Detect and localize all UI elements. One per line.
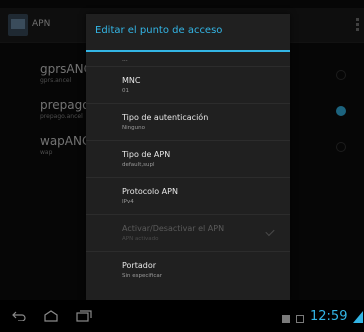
pref-auth-type[interactable]: Tipo de autenticación Ninguno: [86, 104, 290, 141]
screen: APN gprsANCEL gprs.ancel prepagoANCEL pr…: [0, 0, 364, 332]
pref-summary: default,supl: [122, 162, 155, 168]
pref-apn-protocol[interactable]: Protocolo APN IPv4: [86, 178, 290, 215]
pref-mnc[interactable]: MNC 01: [86, 67, 290, 104]
pref-title: Protocolo APN: [122, 187, 178, 196]
dialog-title: Editar el punto de acceso: [95, 25, 223, 36]
preference-list[interactable]: ... MNC 01 Tipo de autenticación Ninguno…: [86, 52, 290, 289]
pref-apn-type[interactable]: Tipo de APN default,supl: [86, 141, 290, 178]
partial-pref-value: ...: [122, 56, 128, 63]
signal-icon: [353, 311, 363, 323]
navigation-bar: 12:59: [0, 300, 364, 332]
pref-apn-enable: Activar/Desactivar el APN APN activado: [86, 215, 290, 252]
back-icon[interactable]: [12, 311, 26, 321]
pref-summary: APN activado: [122, 236, 159, 242]
checkbox-check-icon: [265, 226, 275, 237]
home-icon[interactable]: [44, 310, 58, 322]
pref-summary: 01: [122, 88, 129, 94]
screenshot-icon[interactable]: [296, 315, 304, 323]
pref-title: Activar/Desactivar el APN: [122, 224, 225, 233]
notification-icon[interactable]: [282, 315, 290, 323]
pref-title: MNC: [122, 76, 141, 85]
edit-apn-dialog: Editar el punto de acceso ... MNC 01 Tip…: [86, 14, 290, 300]
pref-summary: IPv4: [122, 199, 134, 205]
pref-summary: Ninguno: [122, 125, 145, 131]
clock[interactable]: 12:59: [310, 309, 347, 324]
pref-summary: Sin especificar: [122, 273, 163, 279]
partial-pref[interactable]: ...: [86, 52, 290, 67]
pref-title: Tipo de APN: [122, 150, 171, 159]
dialog-title-bar: Editar el punto de acceso: [86, 14, 290, 52]
recent-apps-icon[interactable]: [76, 310, 92, 322]
pref-bearer[interactable]: Portador Sin especificar: [86, 252, 290, 289]
pref-title: Tipo de autenticación: [122, 113, 209, 122]
pref-title: Portador: [122, 261, 157, 270]
